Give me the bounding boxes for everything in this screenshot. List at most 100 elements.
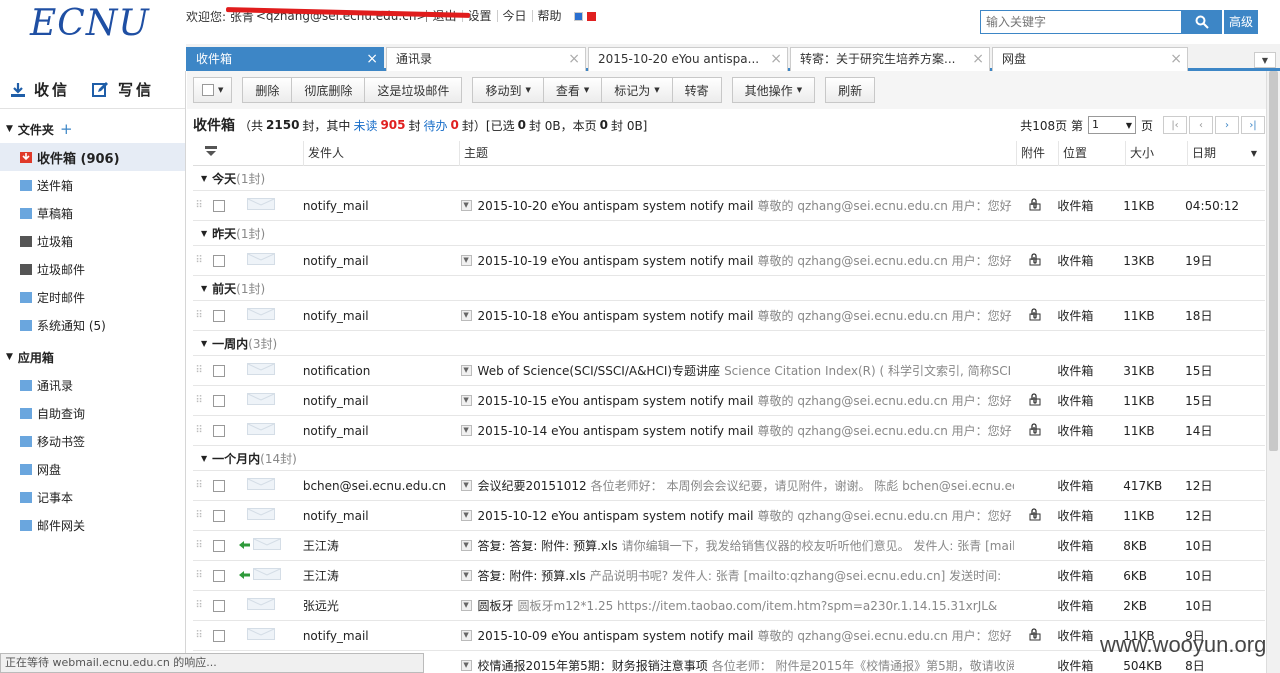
row-checkbox[interactable] <box>212 629 225 642</box>
mail-subject[interactable]: 2015-10-09 eYou antispam system notify m… <box>478 629 754 643</box>
column-settings-icon[interactable] <box>193 146 233 160</box>
unread-link[interactable]: 未读 <box>353 117 377 134</box>
subject-dropdown-icon[interactable]: ▼ <box>460 255 472 266</box>
search-button[interactable] <box>1182 10 1222 34</box>
tab-forward[interactable]: 转寄：关于研究生培养方案... × <box>790 47 990 71</box>
column-location[interactable]: 位置 <box>1058 140 1125 166</box>
mail-sender[interactable]: notify_mail <box>303 629 459 643</box>
subject-dropdown-icon[interactable]: ▼ <box>460 310 472 321</box>
mail-sender[interactable]: 王江涛 <box>303 567 459 584</box>
help-link[interactable]: 帮助 <box>531 10 567 22</box>
row-checkbox[interactable] <box>212 199 225 212</box>
mail-sender[interactable]: notify_mail <box>303 394 459 408</box>
mail-subject[interactable]: 2015-10-20 eYou antispam system notify m… <box>478 199 754 213</box>
forward-button[interactable]: 转寄 <box>672 77 722 103</box>
mail-sender[interactable]: notify_mail <box>303 199 459 213</box>
add-folder-icon[interactable]: + <box>60 120 73 138</box>
subject-dropdown-icon[interactable]: ▼ <box>460 425 472 436</box>
folders-section[interactable]: ▼ 文件夹 + <box>0 115 185 143</box>
mail-subject[interactable]: 校情通报2015年第5期：财务报销注意事项 <box>478 657 708 673</box>
subject-dropdown-icon[interactable]: ▼ <box>460 540 472 551</box>
close-icon[interactable]: × <box>568 48 580 70</box>
mail-row[interactable]: ⠿ notify_mail ▼ 2015-10-15 eYou antispam sy… <box>193 386 1265 416</box>
mail-row[interactable]: ⠿ notify_mail ▼ 2015-10-14 eYou antispam sy… <box>193 416 1265 446</box>
mail-subject[interactable]: 2015-10-19 eYou antispam system notify m… <box>478 254 754 268</box>
mail-subject[interactable]: 2015-10-14 eYou antispam system notify m… <box>478 424 754 438</box>
drag-handle-icon[interactable]: ⠿ <box>193 310 205 321</box>
subject-dropdown-icon[interactable]: ▼ <box>460 570 472 581</box>
row-checkbox[interactable] <box>212 309 225 322</box>
mail-row[interactable]: ⠿ 王江涛 ▼ 答复: 答复: 附件: 预算.xls 请你编辑一下，我发给销售仪器的校友… <box>193 531 1265 561</box>
mail-sender[interactable]: 张远光 <box>303 597 459 614</box>
skin-red-icon[interactable] <box>586 11 596 21</box>
select-all-checkbox[interactable] <box>202 84 214 96</box>
close-icon[interactable]: × <box>1170 48 1182 70</box>
mail-subject[interactable]: 2015-10-18 eYou antispam system notify m… <box>478 309 754 323</box>
mail-row[interactable]: ⠿ 王江涛 ▼ 答复: 附件: 预算.xls 产品说明书呢? 发件人: 张青 [mail… <box>193 561 1265 591</box>
mail-sender[interactable]: 王江涛 <box>303 537 459 554</box>
drag-handle-icon[interactable]: ⠿ <box>193 540 205 551</box>
more-actions-button[interactable]: 其他操作 ▼ <box>731 77 816 103</box>
today-link[interactable]: 今日 <box>496 10 532 22</box>
close-icon[interactable]: × <box>366 48 378 70</box>
sidebar-folder-item[interactable]: 送件箱 <box>0 171 185 199</box>
mail-subject-cell[interactable]: ▼ 答复: 答复: 附件: 预算.xls 请你编辑一下，我发给销售仪器的校友听听他们… <box>459 537 1014 554</box>
mail-row[interactable]: ⠿ notify_mail ▼ 2015-10-18 eYou antispam sy… <box>193 301 1265 331</box>
mail-subject-cell[interactable]: ▼ 2015-10-15 eYou antispam system notify … <box>459 392 1015 409</box>
tab-inbox[interactable]: 收件箱 × <box>186 47 384 71</box>
row-checkbox[interactable] <box>212 479 225 492</box>
mail-sender[interactable]: notification <box>303 364 459 378</box>
mail-subject-cell[interactable]: ▼ 答复: 附件: 预算.xls 产品说明书呢? 发件人: 张青 [mailto:q… <box>459 567 1015 584</box>
subject-dropdown-icon[interactable]: ▼ <box>460 600 472 611</box>
scrollbar[interactable] <box>1266 71 1280 673</box>
view-button[interactable]: 查看 ▼ <box>543 77 603 103</box>
row-checkbox[interactable] <box>212 424 225 437</box>
drag-handle-icon[interactable]: ⠿ <box>193 630 205 641</box>
mail-sender[interactable]: notify_mail <box>303 424 459 438</box>
subject-dropdown-icon[interactable]: ▼ <box>460 630 472 641</box>
sidebar-app-item[interactable]: 记事本 <box>0 483 185 511</box>
column-size[interactable]: 大小 <box>1125 140 1187 166</box>
group-header[interactable]: ▼ 一周内 (3封) <box>193 331 1265 356</box>
subject-dropdown-icon[interactable]: ▼ <box>460 395 472 406</box>
subject-dropdown-icon[interactable]: ▼ <box>460 660 472 671</box>
row-checkbox[interactable] <box>212 364 225 377</box>
subject-dropdown-icon[interactable]: ▼ <box>460 200 472 211</box>
mail-sender[interactable]: notify_mail <box>303 309 459 323</box>
group-header[interactable]: ▼ 一个月内 (14封) <box>193 446 1265 471</box>
prev-page-button[interactable]: ‹ <box>1189 116 1213 134</box>
tab-list-dropdown[interactable]: ▼ <box>1254 52 1276 68</box>
column-subject[interactable]: 主题 <box>459 140 1016 166</box>
row-checkbox[interactable] <box>212 509 225 522</box>
delete-button[interactable]: 删除 <box>242 77 293 103</box>
subject-dropdown-icon[interactable]: ▼ <box>460 510 472 521</box>
mail-subject-cell[interactable]: ▼ 圆板牙 圆板牙m12*1.25 https://item.taobao.com/… <box>459 597 1015 614</box>
column-from[interactable]: 发件人 <box>303 140 459 166</box>
mail-subject[interactable]: Web of Science(SCI/SSCI/A&HCI)专题讲座 <box>478 362 721 379</box>
mail-subject[interactable]: 会议纪要20151012 <box>478 477 587 494</box>
row-checkbox[interactable] <box>212 599 225 612</box>
mail-subject[interactable]: 答复: 答复: 附件: 预算.xls <box>478 537 618 554</box>
page-select[interactable]: 1 ▼ <box>1087 116 1136 134</box>
sidebar-app-item[interactable]: 通讯录 <box>0 371 185 399</box>
drag-handle-icon[interactable]: ⠿ <box>193 200 205 211</box>
mail-row[interactable]: ⠿ notify_mail ▼ 2015-10-20 eYou antispam sy… <box>193 191 1265 221</box>
mail-subject-cell[interactable]: ▼ 2015-10-12 eYou antispam system notify … <box>459 507 1015 524</box>
sidebar-app-item[interactable]: 移动书签 <box>0 427 185 455</box>
move-to-button[interactable]: 移动到 ▼ <box>472 77 544 103</box>
write-button[interactable]: 写信 <box>92 79 154 100</box>
sidebar-app-item[interactable]: 自助查询 <box>0 399 185 427</box>
last-page-button[interactable]: ›| <box>1241 116 1265 134</box>
column-attachment[interactable]: 附件 <box>1016 140 1058 166</box>
drag-handle-icon[interactable]: ⠿ <box>193 570 205 581</box>
apps-section[interactable]: ▼ 应用箱 <box>0 343 185 371</box>
mail-subject-cell[interactable]: ▼ 会议纪要20151012 各位老师好： 本周例会会议纪要，请见附件，谢谢。 陈彪… <box>459 477 1014 494</box>
refresh-button[interactable]: 刷新 <box>825 77 876 103</box>
mail-subject-cell[interactable]: ▼ 2015-10-18 eYou antispam system notify … <box>459 307 1015 324</box>
tab-contacts[interactable]: 通讯录 × <box>386 47 586 71</box>
sidebar-app-item[interactable]: 邮件网关 <box>0 511 185 539</box>
advanced-search-button[interactable]: 高级 <box>1224 10 1259 34</box>
sidebar-folder-item[interactable]: 定时邮件 <box>0 283 185 311</box>
row-checkbox[interactable] <box>212 254 225 267</box>
mail-row[interactable]: ⠿ notification ▼ Web of Science(SCI/SSCI/A&… <box>193 356 1265 386</box>
